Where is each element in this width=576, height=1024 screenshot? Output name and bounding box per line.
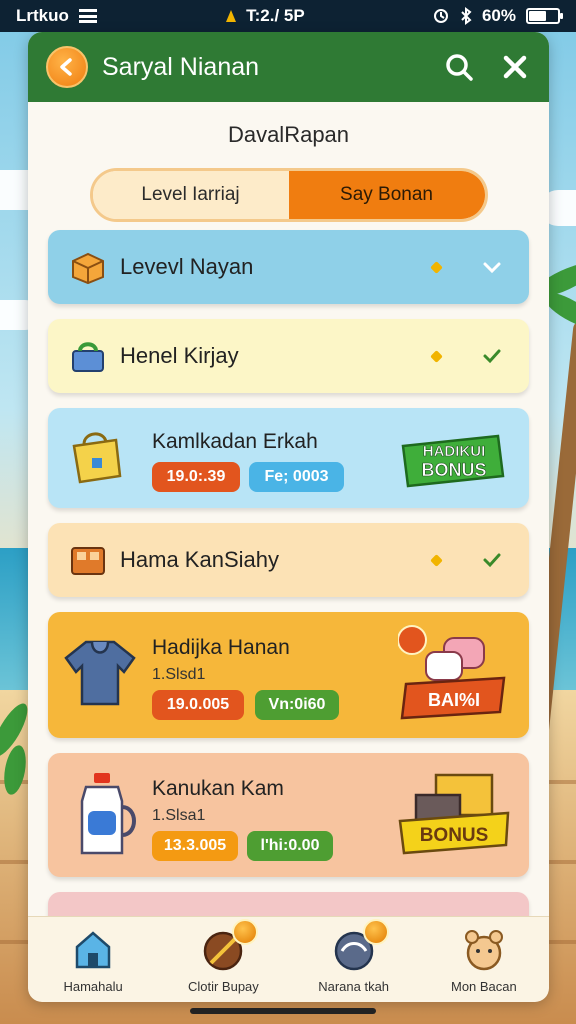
battery-icon xyxy=(525,8,563,24)
value-tag: Vn:0i60 xyxy=(255,690,339,720)
alarm-icon xyxy=(433,9,448,23)
status-time: T:2./ 5P xyxy=(246,6,305,25)
section-subtitle: DavalRapan xyxy=(227,122,350,147)
svg-text:HADIKUI: HADIKUI xyxy=(423,443,486,460)
list-item[interactable]: Henel Kirjay xyxy=(48,319,529,393)
nav-item-tools[interactable]: Clotir Bupay xyxy=(168,919,278,994)
page-title: Saryal Nianan xyxy=(102,52,260,81)
svg-text:BONUS: BONUS xyxy=(421,460,486,480)
nav-item-home[interactable]: Hamahalu xyxy=(38,927,148,994)
check-icon xyxy=(483,262,501,274)
app-header: Saryal Nianan xyxy=(28,32,549,102)
nav-label: Mon Bacan xyxy=(450,979,517,994)
price-tag: 19.0:.39 xyxy=(152,462,240,492)
nav-item-globe[interactable]: Narana tkah xyxy=(299,919,409,994)
search-icon xyxy=(446,54,473,81)
bluetooth-icon xyxy=(461,7,472,25)
reward-list: Levevl Nayan Henel Kirjay Kamlkadan Erka… xyxy=(48,230,529,967)
item-subtitle: 1.Slsa1 xyxy=(152,807,206,824)
price-tag: 19.0.005 xyxy=(152,690,244,720)
coin-icon xyxy=(362,919,389,945)
item-name: Hadijka Hanan xyxy=(152,636,290,659)
bottom-navigation: Hamahalu Clotir Bupay Narana tkah Mon Ba… xyxy=(28,916,549,1002)
item-name: Kanukan Kam xyxy=(152,777,284,800)
bonus-badge: BONUS xyxy=(398,773,510,855)
box-icon xyxy=(72,252,104,285)
arrow-left-icon xyxy=(60,58,72,76)
item-subtitle: 1.Slsd1 xyxy=(152,666,206,683)
battery-percent: 60% xyxy=(481,6,516,25)
close-button[interactable] xyxy=(495,47,535,87)
check-icon xyxy=(483,349,501,364)
app-panel: Saryal Nianan DavalRapan Level Iarriaj S… xyxy=(28,32,549,1000)
toggle-option-level[interactable]: Level Iarriaj xyxy=(92,171,289,219)
list-item[interactable]: Kamlkadan Erkah 19.0:.39 Fe; 0003 HADIKU… xyxy=(48,408,529,508)
home-indicator[interactable] xyxy=(190,1008,376,1014)
signal-icon xyxy=(226,10,237,22)
back-button[interactable] xyxy=(46,46,88,88)
check-icon xyxy=(483,553,501,568)
search-button[interactable] xyxy=(439,47,479,87)
diamond-icon xyxy=(430,349,443,363)
pet-icon xyxy=(464,930,503,971)
close-icon xyxy=(503,55,527,79)
nav-item-pet[interactable]: Mon Bacan xyxy=(429,927,539,994)
hoodie-icon xyxy=(64,640,136,706)
diamond-icon xyxy=(430,553,443,567)
bonus-badge: HADIKUI BONUS xyxy=(401,434,505,488)
list-item[interactable]: Kanukan Kam 1.Slsa1 13.3.005 l'hi:0.00 B… xyxy=(48,753,529,877)
nav-label: Hamahalu xyxy=(63,979,123,994)
status-bar: Lrtkuo T:2./ 5P 60% xyxy=(0,0,576,32)
nav-label: Clotir Bupay xyxy=(187,979,259,994)
item-name: Kamlkadan Erkah xyxy=(152,430,318,453)
value-tag: Fe; 0003 xyxy=(249,462,344,492)
list-item[interactable]: Levevl Nayan xyxy=(48,230,529,304)
home-icon xyxy=(75,931,111,969)
basket-icon xyxy=(72,342,104,372)
menu-icon xyxy=(78,9,97,23)
price-tag: 13.3.005 xyxy=(152,831,238,861)
nav-label: Narana tkah xyxy=(318,979,390,994)
coin-icon xyxy=(232,919,259,945)
item-name: Levevl Nayan xyxy=(120,254,254,279)
carrier-label: Lrtkuo xyxy=(16,6,69,25)
locker-icon xyxy=(71,547,105,575)
segmented-toggle: Level Iarriaj Say Bonan xyxy=(89,168,488,222)
sale-badge: BAI%I xyxy=(398,625,506,720)
item-name: Hama KanSiahy xyxy=(120,547,279,572)
diamond-icon xyxy=(430,260,443,274)
toggle-option-bonus[interactable]: Say Bonan xyxy=(288,171,485,219)
list-item[interactable]: Hadijka Hanan 1.Slsd1 19.0.005 Vn:0i60 B… xyxy=(48,612,529,738)
gift-bag-icon xyxy=(72,432,122,484)
value-tag: l'hi:0.00 xyxy=(247,831,333,861)
list-item[interactable]: Hama KanSiahy xyxy=(48,523,529,597)
svg-text:BONUS: BONUS xyxy=(420,825,489,846)
svg-text:BAI%I: BAI%I xyxy=(428,690,480,710)
item-name: Henel Kirjay xyxy=(120,343,239,368)
bottle-icon xyxy=(80,773,136,855)
